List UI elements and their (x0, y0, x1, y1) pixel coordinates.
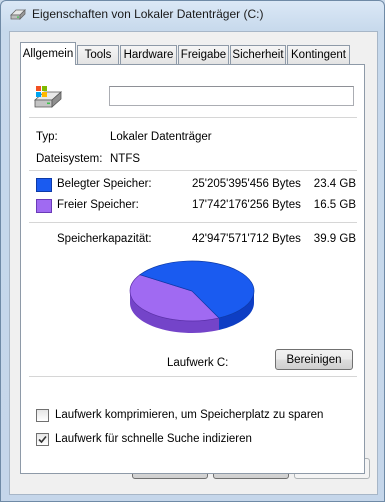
used-space-label: Belegter Speicher: (57, 178, 152, 190)
tab-allgemein[interactable]: Allgemein (20, 42, 76, 65)
tab-sicherheit[interactable]: Sicherheit (230, 45, 286, 64)
free-space-label: Freier Speicher: (57, 199, 139, 211)
used-space-size: 23.4 GB (313, 178, 356, 190)
capacity-label: Speicherkapazität: (57, 233, 152, 245)
filesystem-value: NTFS (110, 153, 141, 165)
free-space-bytes: 17'742'176'256 Bytes (192, 199, 301, 211)
compress-label[interactable]: Laufwerk komprimieren, um Speicherplatz … (55, 409, 323, 421)
tab-freigabe[interactable]: Freigabe (178, 45, 229, 64)
index-checkbox[interactable] (36, 433, 49, 446)
separator (29, 170, 357, 171)
separator (29, 117, 357, 118)
tab-kontingent[interactable]: Kontingent (287, 45, 350, 64)
tab-hardware[interactable]: Hardware (120, 45, 177, 64)
cleanup-button[interactable]: Bereinigen (275, 349, 353, 370)
drive-windows-icon (33, 86, 63, 108)
drive-icon (10, 9, 26, 20)
title-bar[interactable]: Eigenschaften von Lokaler Datenträger (C… (1, 1, 384, 27)
used-space-swatch (36, 178, 52, 192)
capacity-size: 39.9 GB (313, 233, 356, 245)
separator (29, 376, 357, 377)
disk-usage-pie (129, 260, 255, 333)
filesystem-label: Dateisystem: (36, 153, 103, 165)
capacity-bytes: 42'947'571'712 Bytes (192, 233, 301, 245)
drive-label: Laufwerk C: (167, 357, 229, 369)
type-value: Lokaler Datenträger (110, 131, 212, 143)
drive-name-input[interactable] (109, 86, 354, 106)
properties-window: Eigenschaften von Lokaler Datenträger (C… (0, 0, 385, 502)
tab-panel-allgemein: Typ: Lokaler Datenträger Dateisystem: NT… (20, 64, 365, 474)
separator (29, 222, 357, 223)
checkmark-icon (38, 435, 47, 444)
type-label: Typ: (36, 131, 58, 143)
tab-tools[interactable]: Tools (77, 45, 119, 64)
window-title: Eigenschaften von Lokaler Datenträger (C… (32, 7, 264, 21)
index-label[interactable]: Laufwerk für schnelle Suche indizieren (55, 433, 252, 445)
dialog-client: Allgemein Tools Hardware Freigabe Sicher… (9, 31, 378, 495)
compress-checkbox[interactable] (36, 409, 49, 422)
free-space-swatch (36, 199, 52, 213)
used-space-bytes: 25'205'395'456 Bytes (192, 178, 301, 190)
free-space-size: 16.5 GB (313, 199, 356, 211)
